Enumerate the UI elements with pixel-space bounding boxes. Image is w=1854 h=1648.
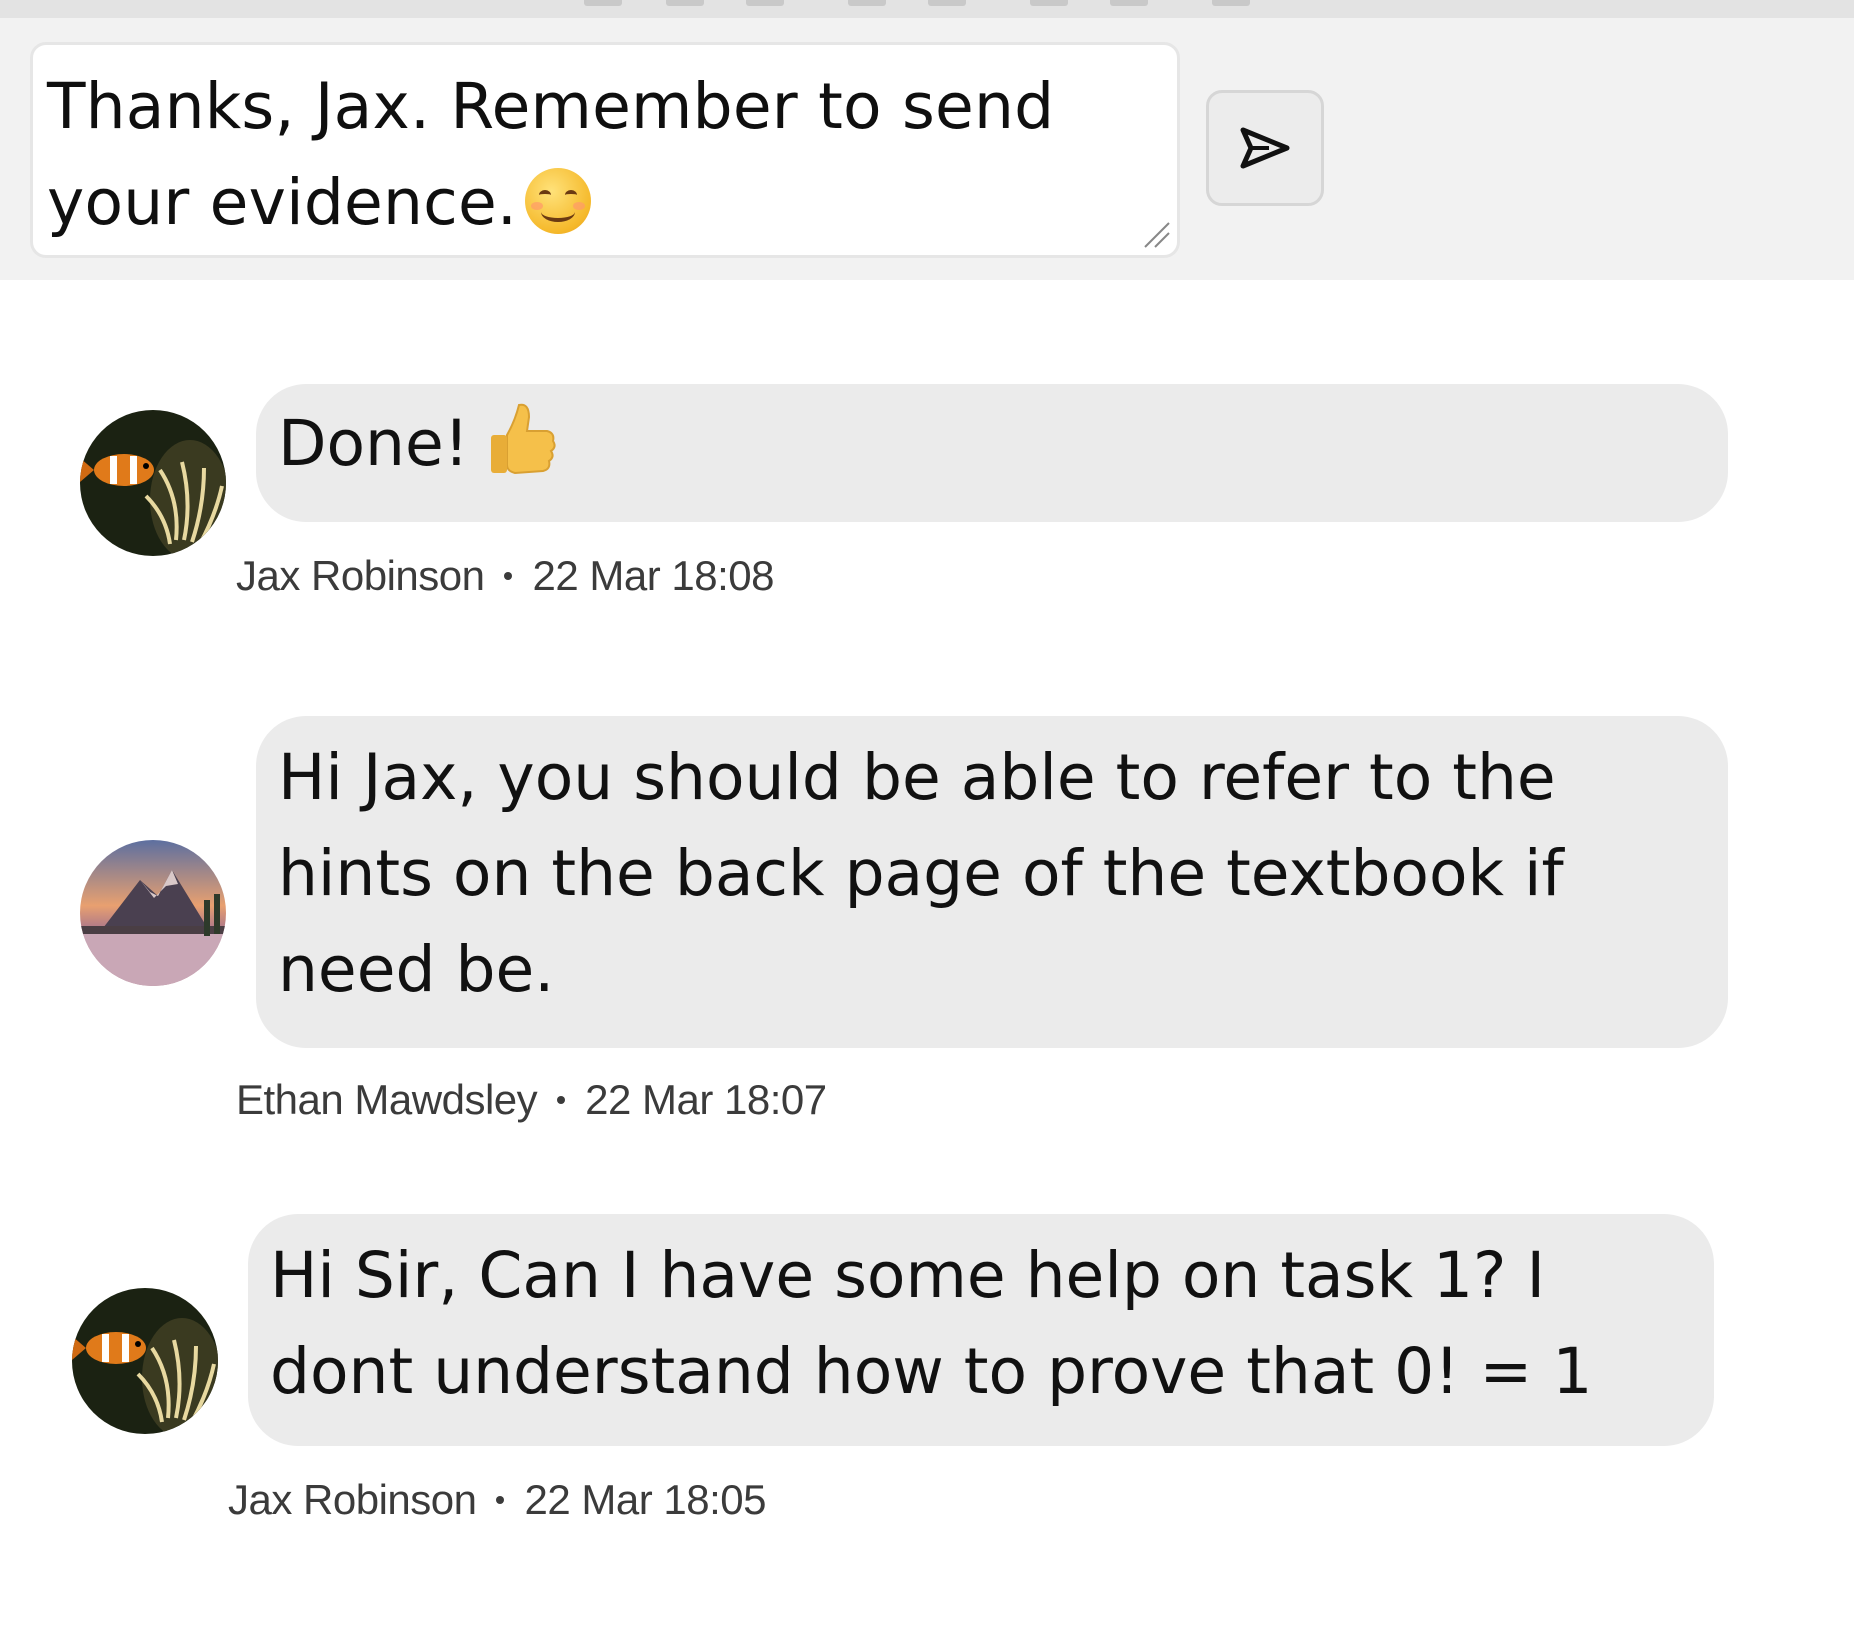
message-bubble: Done!: [256, 384, 1728, 522]
top-strip-tick: [1110, 0, 1148, 6]
message-meta: Jax Robinson 22 Mar 18:05: [228, 1476, 766, 1524]
top-strip-tick: [848, 0, 886, 6]
message-composer: Thanks, Jax. Remember to send your evide…: [0, 18, 1854, 280]
window-top-strip: [0, 0, 1854, 18]
avatar[interactable]: [72, 1288, 218, 1434]
mountain-sunset-avatar-icon: [80, 840, 226, 986]
message-meta: Jax Robinson 22 Mar 18:08: [236, 552, 774, 600]
timestamp: 22 Mar 18:05: [524, 1476, 766, 1523]
message-bubble: Hi Jax, you should be able to refer to t…: [256, 716, 1728, 1048]
message-bubble: Hi Sir, Can I have some help on task 1? …: [248, 1214, 1714, 1446]
message-thread: Done! Jax Robinson 22 Mar 18:08 Hi Jax, …: [0, 280, 1854, 1648]
smiling-face-emoji-icon: [525, 168, 592, 234]
resize-handle-icon[interactable]: [1141, 219, 1171, 249]
avatar[interactable]: [80, 410, 226, 556]
send-icon: [1240, 127, 1290, 169]
top-strip-tick: [928, 0, 966, 6]
timestamp: 22 Mar 18:07: [585, 1076, 827, 1123]
top-strip-tick: [584, 0, 622, 6]
timestamp: 22 Mar 18:08: [532, 552, 774, 599]
message-text: Done!: [278, 407, 469, 480]
avatar[interactable]: [80, 840, 226, 986]
author-name: Jax Robinson: [228, 1476, 477, 1523]
top-strip-tick: [746, 0, 784, 6]
send-button[interactable]: [1206, 90, 1324, 206]
message-text: Hi Jax, you should be able to refer to t…: [278, 741, 1564, 1006]
top-strip-tick: [1030, 0, 1068, 6]
thumbs-up-emoji-icon: [491, 403, 556, 475]
top-strip-tick: [1212, 0, 1250, 6]
message-input-text[interactable]: Thanks, Jax. Remember to send your evide…: [47, 59, 1157, 251]
author-name: Jax Robinson: [236, 552, 485, 599]
clownfish-avatar-icon: [72, 1288, 218, 1434]
message-input[interactable]: Thanks, Jax. Remember to send your evide…: [30, 42, 1180, 258]
message-text: Hi Sir, Can I have some help on task 1? …: [270, 1239, 1593, 1408]
top-strip-tick: [666, 0, 704, 6]
author-name: Ethan Mawdsley: [236, 1076, 538, 1123]
message-meta: Ethan Mawdsley 22 Mar 18:07: [236, 1076, 827, 1124]
clownfish-avatar-icon: [80, 410, 226, 556]
